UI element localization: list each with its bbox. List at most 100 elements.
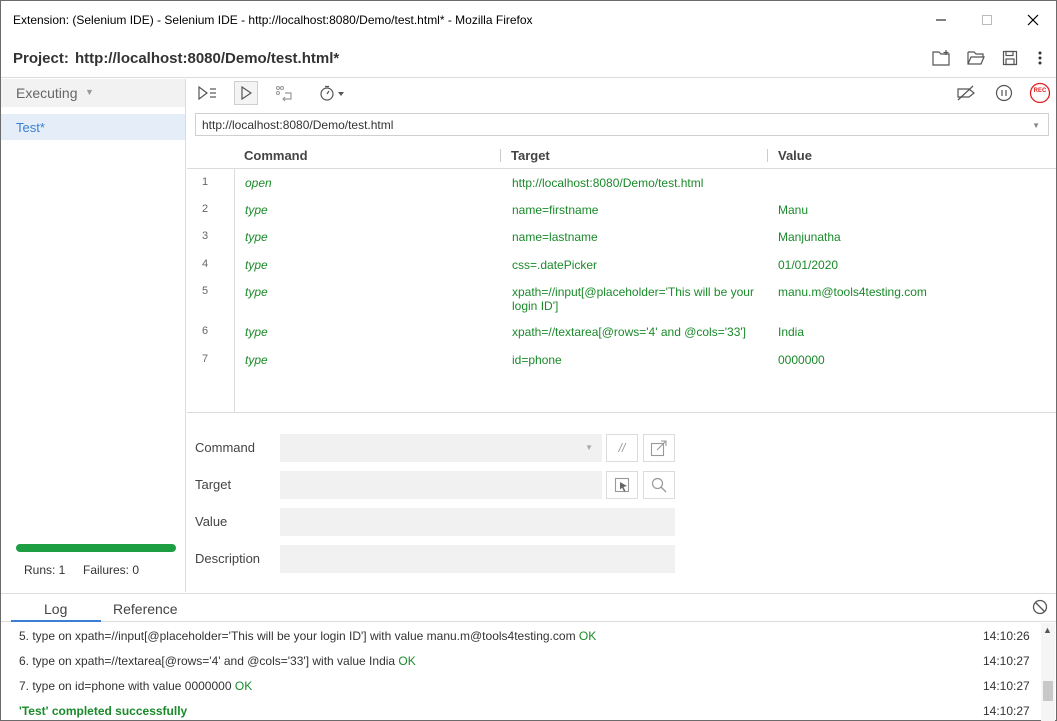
command-editor: Command ▼ // Target Value Description	[187, 414, 1056, 592]
pause-icon[interactable]	[992, 81, 1016, 105]
playback-toolbar: REC	[187, 79, 1056, 107]
row-value: Manu	[778, 203, 809, 217]
select-target-icon	[614, 477, 630, 493]
row-command: type	[245, 258, 268, 272]
open-external-icon	[650, 440, 667, 457]
base-url-combobox[interactable]: ▼	[195, 113, 1049, 136]
column-header-target: Target	[511, 148, 550, 163]
row-number: 2	[202, 203, 209, 215]
row-command: type	[245, 353, 268, 367]
row-command: open	[245, 176, 272, 190]
column-divider[interactable]	[500, 149, 501, 162]
log-time: 14:10:27	[983, 679, 1030, 693]
log-text: 6. type on xpath=//textarea[@rows='4' an…	[19, 654, 396, 668]
suite-dropdown[interactable]: Executing ▼	[1, 79, 185, 107]
log-message: 7. type on id=phone with value 0000000 O…	[19, 679, 252, 693]
row-command: type	[245, 285, 268, 299]
selenium-ide-window: Extension: (Selenium IDE) - Selenium IDE…	[0, 0, 1057, 721]
disable-breakpoints-icon[interactable]	[954, 81, 978, 105]
log-text: 5. type on xpath=//input[@placeholder='T…	[19, 629, 576, 643]
row-target: xpath=//input[@placeholder='This will be…	[512, 285, 754, 313]
tab-log[interactable]: Log	[44, 601, 67, 617]
clear-log-icon[interactable]	[1032, 599, 1048, 615]
column-divider[interactable]	[767, 149, 768, 162]
row-target: xpath=//textarea[@rows='4' and @cols='33…	[512, 325, 746, 339]
log-panel: Log Reference 5. type on xpath=//input[@…	[1, 593, 1056, 721]
log-message: 6. type on xpath=//textarea[@rows='4' an…	[19, 654, 416, 668]
chevron-down-icon: ▼	[585, 443, 593, 452]
title-bar: Extension: (Selenium IDE) - Selenium IDE…	[1, 1, 1056, 38]
table-header: Command Target Value	[187, 141, 1056, 169]
project-name[interactable]: http://localhost:8080/Demo/test.html*	[75, 50, 339, 67]
chevron-down-icon: ▼	[85, 87, 94, 97]
record-label: REC	[1033, 88, 1047, 94]
log-tabs: Log Reference	[1, 594, 1056, 622]
test-list-item[interactable]: Test*	[1, 114, 185, 140]
column-header-value: Value	[778, 148, 812, 163]
run-current-test-icon[interactable]	[234, 81, 258, 105]
open-reference-button[interactable]	[643, 434, 675, 462]
close-icon[interactable]	[1010, 1, 1056, 38]
log-scrollbar[interactable]: ▲	[1041, 623, 1055, 721]
search-icon	[651, 477, 667, 493]
runs-count: Runs: 1	[24, 563, 66, 577]
row-command: type	[245, 325, 268, 339]
row-number: 5	[202, 285, 209, 297]
command-select[interactable]: ▼	[280, 434, 602, 462]
row-number: 1	[202, 176, 209, 188]
row-value: 01/01/2020	[778, 258, 839, 272]
column-header-command: Command	[244, 148, 308, 163]
find-target-button[interactable]	[643, 471, 675, 499]
description-input[interactable]	[280, 545, 675, 573]
open-project-icon[interactable]	[965, 47, 987, 69]
save-project-icon[interactable]	[999, 47, 1021, 69]
log-status: OK	[234, 679, 253, 693]
value-input[interactable]	[280, 508, 675, 536]
test-item-label: Test*	[16, 120, 45, 135]
log-time: 14:10:26	[983, 629, 1030, 643]
project-label: Project:	[13, 50, 69, 67]
log-entry: 5. type on xpath=//input[@placeholder='T…	[1, 623, 1041, 648]
run-all-tests-icon[interactable]	[195, 81, 219, 105]
tab-reference[interactable]: Reference	[113, 601, 178, 617]
row-number-divider	[234, 169, 235, 413]
log-success-message: 'Test' completed successfully	[19, 704, 188, 718]
chevron-down-icon[interactable]: ▼	[1032, 121, 1040, 130]
row-target: http://localhost:8080/Demo/test.html	[512, 176, 704, 190]
row-command: type	[245, 230, 268, 244]
row-value: 0000000	[778, 353, 825, 367]
maximize-icon[interactable]	[964, 1, 1010, 38]
test-suite-panel: Executing ▼ Test* Runs: 1 Failures: 0	[1, 79, 186, 592]
speed-icon[interactable]	[317, 81, 347, 105]
value-label: Value	[195, 514, 228, 529]
more-icon[interactable]	[1029, 47, 1051, 69]
row-target: name=lastname	[512, 230, 598, 244]
record-icon[interactable]: REC	[1028, 81, 1052, 105]
row-number: 7	[202, 353, 209, 365]
log-text: 7. type on id=phone with value 0000000	[19, 679, 232, 693]
log-time: 14:10:27	[983, 654, 1030, 668]
toggle-comment-button[interactable]: //	[606, 434, 638, 462]
test-commands-table: Command Target Value 1 open http://local…	[187, 141, 1056, 413]
base-url-input[interactable]	[196, 114, 1016, 135]
window-title: Extension: (Selenium IDE) - Selenium IDE…	[13, 13, 533, 27]
row-command: type	[245, 203, 268, 217]
minimize-icon[interactable]	[918, 1, 964, 38]
row-number: 4	[202, 258, 209, 270]
row-target: name=firstname	[512, 203, 599, 217]
log-entry: 'Test' completed successfully 14:10:27	[1, 698, 1041, 721]
log-entry: 7. type on id=phone with value 0000000 O…	[1, 673, 1041, 698]
scroll-up-icon[interactable]: ▲	[1043, 625, 1052, 635]
step-over-icon[interactable]	[272, 81, 296, 105]
new-project-icon[interactable]	[930, 47, 952, 69]
target-input[interactable]	[280, 471, 602, 499]
row-value: manu.m@tools4testing.com	[778, 285, 927, 299]
select-target-button[interactable]	[606, 471, 638, 499]
suite-dropdown-label: Executing	[16, 85, 78, 101]
row-target: css=.datePicker	[512, 258, 598, 272]
scrollbar-thumb[interactable]	[1043, 681, 1053, 701]
row-value: Manjunatha	[778, 230, 841, 244]
row-target: id=phone	[512, 353, 562, 367]
progress-bar	[16, 544, 176, 552]
command-label: Command	[195, 440, 255, 455]
